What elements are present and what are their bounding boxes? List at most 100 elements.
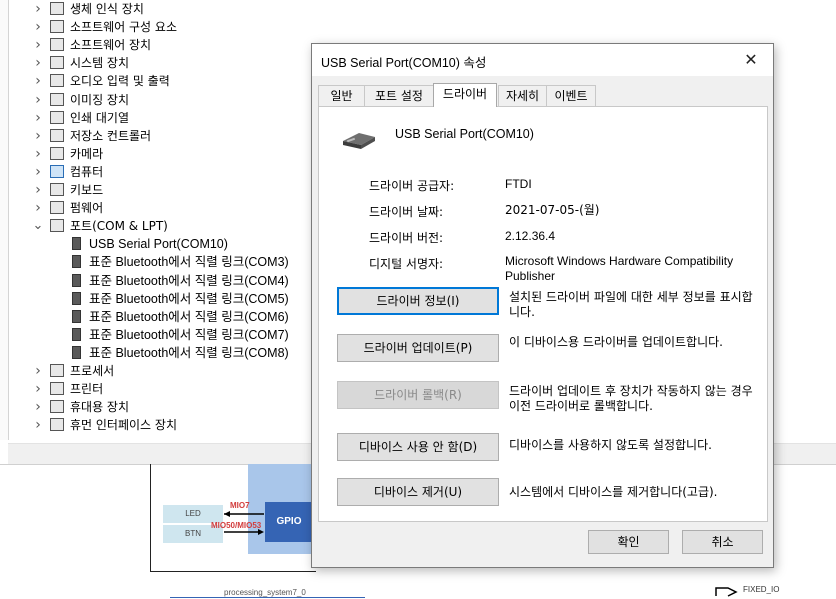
chevron-right-icon[interactable]: › xyxy=(32,0,44,18)
update-driver-button[interactable]: 드라이버 업데이트(P) xyxy=(337,334,499,362)
category-item[interactable]: › 소프트웨어 구성 요소 xyxy=(32,18,312,36)
serial-port-icon xyxy=(72,255,81,269)
serial-port-icon xyxy=(72,345,81,359)
category-item[interactable]: › 키보드 xyxy=(32,181,312,199)
category-item[interactable]: › 이미징 장치 xyxy=(32,91,312,109)
chevron-right-icon[interactable]: › xyxy=(32,36,44,54)
chevron-right-icon[interactable]: › xyxy=(32,380,44,398)
category-label: 인쇄 대기열 xyxy=(70,110,130,125)
category-label: 키보드 xyxy=(70,183,104,197)
category-label: 생체 인식 장치 xyxy=(70,2,144,16)
dialog-titlebar[interactable]: USB Serial Port(COM10) 속성 ✕ xyxy=(312,44,773,76)
tab-events[interactable]: 이벤트 xyxy=(546,85,596,106)
gpio-block: GPIO xyxy=(265,502,313,542)
category-item[interactable]: › 저장소 컨트롤러 xyxy=(32,127,312,145)
chevron-right-icon[interactable]: › xyxy=(32,72,44,90)
category-item[interactable]: › 생체 인식 장치 xyxy=(32,0,312,18)
port-label: 표준 Bluetooth에서 직렬 링크(COM7) xyxy=(89,327,289,342)
speaker-icon xyxy=(50,74,64,88)
chevron-right-icon[interactable]: › xyxy=(32,109,44,127)
category-item[interactable]: › 펌웨어 xyxy=(32,199,312,217)
category-item[interactable]: › 프로세서 xyxy=(32,362,312,380)
port-label: 표준 Bluetooth에서 직렬 링크(COM8) xyxy=(89,345,289,360)
tab-port-settings[interactable]: 포트 설정 xyxy=(364,85,434,106)
rollback-driver-button[interactable]: 드라이버 롤백(R) xyxy=(337,381,499,409)
monitor-icon xyxy=(50,164,64,178)
category-item[interactable]: ⌄ 포트(COM & LPT) xyxy=(32,217,312,235)
tab-general[interactable]: 일반 xyxy=(318,85,365,106)
ps-underline xyxy=(170,597,365,598)
driver-version-label: 드라이버 버전: xyxy=(369,231,444,245)
driver-provider-value: FTDI xyxy=(505,177,532,191)
chevron-right-icon[interactable]: › xyxy=(32,398,44,416)
uninstall-device-button[interactable]: 디바이스 제거(U) xyxy=(337,478,499,506)
dialog-title: USB Serial Port(COM10) 속성 xyxy=(321,56,487,70)
port-item[interactable]: 표준 Bluetooth에서 직렬 링크(COM8) xyxy=(70,344,350,362)
disable-device-desc: 디바이스를 사용하지 않도록 설정합니다. xyxy=(509,438,712,452)
port-label: USB Serial Port(COM10) xyxy=(89,237,228,252)
port-item[interactable]: USB Serial Port(COM10) xyxy=(70,235,350,253)
chevron-right-icon[interactable]: › xyxy=(32,54,44,72)
driver-date-value: 2021-07-05-(월) xyxy=(505,203,600,217)
chevron-right-icon[interactable]: › xyxy=(32,181,44,199)
close-icon[interactable]: ✕ xyxy=(729,44,773,76)
printer-queue-icon xyxy=(50,110,64,124)
category-label: 프린터 xyxy=(70,382,104,397)
category-label: 시스템 장치 xyxy=(70,56,130,71)
port-item[interactable]: 표준 Bluetooth에서 직렬 링크(COM6) xyxy=(70,308,350,326)
port-item[interactable]: 표준 Bluetooth에서 직렬 링크(COM7) xyxy=(70,326,350,344)
chevron-down-icon[interactable]: ⌄ xyxy=(32,217,44,235)
chevron-right-icon[interactable]: › xyxy=(32,91,44,109)
tab-details[interactable]: 자세히 xyxy=(498,85,547,106)
chevron-right-icon[interactable]: › xyxy=(32,145,44,163)
chevron-right-icon[interactable]: › xyxy=(32,163,44,181)
driver-version-value: 2.12.36.4 xyxy=(505,229,556,243)
driver-details-desc: 설치된 드라이버 파일에 대한 세부 정보를 표시합니다. xyxy=(509,290,753,319)
tab-driver[interactable]: 드라이버 xyxy=(433,83,497,107)
category-item[interactable]: › 인쇄 대기열 xyxy=(32,109,312,127)
serial-port-icon xyxy=(72,237,81,251)
serial-port-icon xyxy=(72,291,81,305)
category-item[interactable]: › 휴대용 장치 xyxy=(32,398,312,416)
processing-system-label: processing_system7_0 xyxy=(224,588,306,597)
category-item[interactable]: › 프린터 xyxy=(32,380,312,398)
category-label: 휴먼 인터페이스 장치 xyxy=(70,418,177,433)
category-item[interactable]: › 휴먼 인터페이스 장치 xyxy=(32,416,312,434)
portable-device-icon xyxy=(50,400,64,414)
port-label: 표준 Bluetooth에서 직렬 링크(COM6) xyxy=(89,309,289,324)
ok-button[interactable]: 확인 xyxy=(588,530,669,554)
category-label: 소프트웨어 장치 xyxy=(70,38,152,53)
chevron-right-icon[interactable]: › xyxy=(32,127,44,145)
usb-plug-icon xyxy=(343,133,375,149)
cancel-button[interactable]: 취소 xyxy=(682,530,763,554)
uninstall-device-desc: 시스템에서 디바이스를 제거합니다(고급). xyxy=(509,485,718,499)
camera-icon xyxy=(50,92,64,106)
chevron-right-icon[interactable]: › xyxy=(32,18,44,36)
category-item[interactable]: › 컴퓨터 xyxy=(32,163,312,181)
disable-device-button[interactable]: 디바이스 사용 안 함(D) xyxy=(337,433,499,461)
chevron-right-icon[interactable]: › xyxy=(32,199,44,217)
category-item[interactable]: › 오디오 입력 및 출력 xyxy=(32,72,312,90)
processor-icon xyxy=(50,364,64,377)
category-item[interactable]: › 시스템 장치 xyxy=(32,54,312,72)
port-item[interactable]: 표준 Bluetooth에서 직렬 링크(COM4) xyxy=(70,272,350,290)
digital-signer-value: Microsoft Windows Hardware Compatibility… xyxy=(505,254,734,283)
driver-details-button[interactable]: 드라이버 정보(I) xyxy=(337,287,499,315)
port-item[interactable]: 표준 Bluetooth에서 직렬 링크(COM3) xyxy=(70,253,350,271)
chevron-right-icon[interactable]: › xyxy=(32,416,44,434)
category-label: 오디오 입력 및 출력 xyxy=(70,74,170,89)
port-item[interactable]: 표준 Bluetooth에서 직렬 링크(COM5) xyxy=(70,290,350,308)
signal-arrows xyxy=(224,511,264,535)
category-label: 소프트웨어 구성 요소 xyxy=(70,20,177,35)
fixed-io-port-icon xyxy=(715,587,738,597)
category-item[interactable]: › 카메라 xyxy=(32,145,312,163)
properties-dialog: USB Serial Port(COM10) 속성 ✕ 일반 포트 설정 드라이… xyxy=(311,43,774,568)
fingerprint-icon xyxy=(50,2,64,15)
serial-port-icon xyxy=(72,327,81,341)
hid-icon xyxy=(50,418,64,432)
chevron-right-icon[interactable]: › xyxy=(32,362,44,380)
category-item[interactable]: › 소프트웨어 장치 xyxy=(32,36,312,54)
driver-date-label: 드라이버 날짜: xyxy=(369,205,444,219)
keyboard-icon xyxy=(50,183,64,196)
webcam-icon xyxy=(50,146,64,160)
